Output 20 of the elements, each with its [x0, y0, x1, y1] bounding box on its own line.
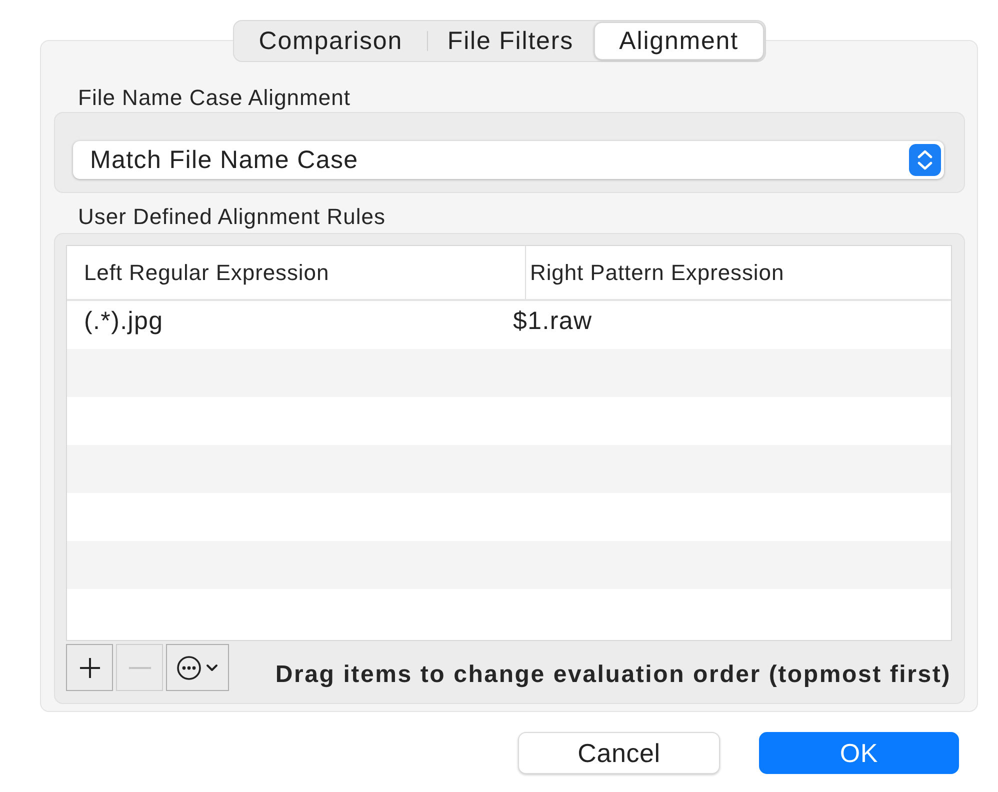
more-button[interactable] — [166, 644, 229, 691]
ellipsis-circle-icon — [177, 656, 201, 680]
stepper-icon — [909, 144, 941, 176]
table-cell: (.*).jpg — [84, 306, 164, 336]
tab[interactable]: File Filters — [428, 22, 594, 60]
plus-icon — [78, 656, 100, 678]
minus-icon — [128, 666, 150, 668]
section-label: File Name Case Alignment — [77, 86, 352, 110]
column-header[interactable]: Right Pattern Expression — [530, 260, 784, 286]
table-cell: $1.raw — [513, 306, 592, 336]
tab[interactable]: Alignment — [594, 22, 764, 60]
ok-button[interactable]: OK — [759, 732, 959, 774]
tab[interactable]: Comparison — [234, 22, 427, 60]
case-alignment-popup[interactable]: Match File Name Case — [73, 141, 944, 179]
column-header[interactable]: Left Regular Expression — [84, 260, 330, 286]
add-button[interactable] — [66, 644, 113, 691]
cancel-button[interactable]: Cancel — [518, 732, 720, 774]
hint-text: Drag items to change evaluation order (topmost first) — [275, 661, 951, 689]
section-label: User Defined Alignment Rules — [77, 205, 386, 229]
chevron-down-icon — [206, 664, 218, 672]
